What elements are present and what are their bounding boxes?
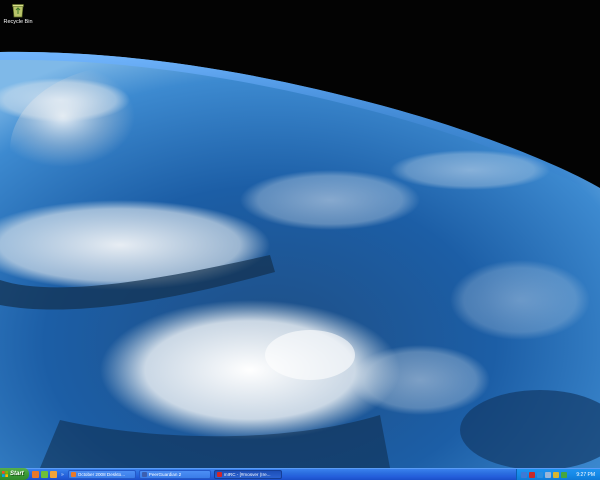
start-label: Start [10,471,24,477]
update-icon[interactable] [561,471,567,478]
earth-wallpaper [0,0,600,468]
volume-icon[interactable] [545,471,551,478]
recycle-bin-icon [12,4,24,18]
task-button-label: mIRC - [#mosver (Ire... [223,472,271,477]
windows-logo-icon [2,471,8,477]
desktop[interactable]: Recycle Bin [0,0,600,468]
start-button[interactable]: Start [0,468,29,480]
shield-icon[interactable] [553,471,559,478]
firefox-icon[interactable] [32,471,39,478]
quick-launch-bar: » [32,471,64,478]
task-buttons: October 2008 Deskto... PeerGuardian 2 mI… [67,470,282,479]
messenger-tray-icon[interactable] [537,471,543,478]
firefox-icon [70,472,76,477]
media-player-icon[interactable] [50,471,57,478]
network-icon[interactable] [521,471,527,478]
desktop-icon-recycle-bin[interactable]: Recycle Bin [2,2,34,25]
system-tray: 9:27 PM [516,469,600,480]
task-button-peerguardian[interactable]: PeerGuardian 2 [138,470,211,479]
task-button-label: October 2008 Deskto... [77,472,126,477]
task-button-label: PeerGuardian 2 [148,472,182,477]
peerguardian-icon [141,472,147,477]
antivirus-icon[interactable] [529,471,535,478]
task-button-mirc[interactable]: mIRC - [#mosver (Ire... [213,470,282,479]
quick-launch-more-button[interactable]: » [61,472,64,478]
messenger-icon[interactable] [41,471,48,478]
clock[interactable]: 9:27 PM [576,472,595,478]
task-button-october-desktop[interactable]: October 2008 Deskto... [67,470,136,479]
mirc-icon [216,472,222,477]
desktop-icon-label: Recycle Bin [3,19,33,25]
taskbar: Start » October 2008 Deskto... PeerGuard… [0,468,600,480]
